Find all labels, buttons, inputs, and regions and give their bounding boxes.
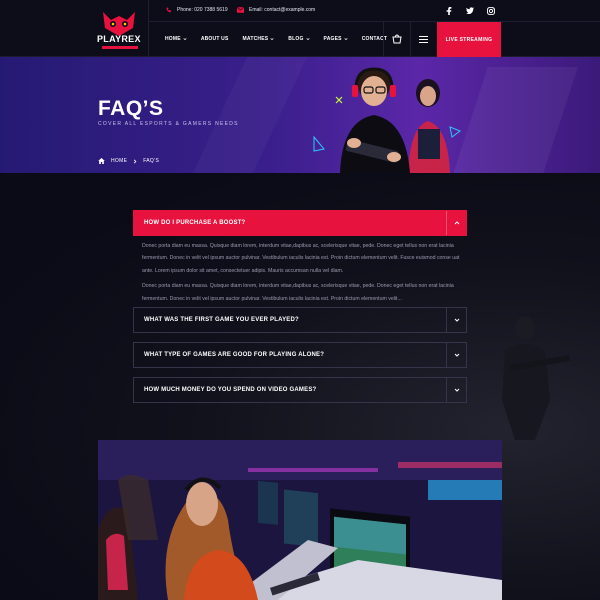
nav-item-matches[interactable]: MATCHES: [243, 36, 275, 42]
facebook-icon[interactable]: [444, 6, 453, 15]
gaming-arena-illustration: [98, 440, 502, 600]
chevron-down-icon: [305, 38, 310, 41]
page-title: FAQ’S: [98, 97, 164, 120]
nav-label: ABOUT US: [200, 36, 229, 42]
faq-answer-paragraph: Donec porta diam eu massa. Quisque diam …: [142, 283, 454, 302]
chevron-down-icon: [344, 38, 348, 41]
faq-answer-paragraph: Donec porta diam eu massa. Quisque diam …: [142, 243, 460, 274]
home-icon: [98, 158, 105, 164]
email-text: Email: contact@example.com: [249, 7, 316, 13]
instagram-icon[interactable]: [486, 6, 495, 15]
gaming-arena-image: [98, 440, 502, 600]
nav-item-pages[interactable]: PAGES: [324, 36, 348, 42]
divider: [410, 22, 411, 57]
cart-icon[interactable]: [392, 34, 402, 44]
page-banner: [0, 57, 600, 173]
email-icon: [237, 7, 244, 13]
chevron-down-icon: [270, 38, 274, 41]
chevron-up-icon[interactable]: [446, 211, 466, 235]
nav-label: PAGES: [323, 36, 342, 42]
faq-question-4[interactable]: HOW MUCH MONEY DO YOU SPEND ON VIDEO GAM…: [133, 377, 467, 403]
faq-answer-1: Donec porta diam eu massa. Quisque diam …: [142, 240, 462, 308]
breadcrumb-current: FAQ’S: [143, 158, 160, 164]
chevron-down-icon[interactable]: [446, 343, 466, 367]
breadcrumb: HOME FAQ’S: [98, 158, 159, 164]
nav-item-blog[interactable]: BLOG: [288, 36, 310, 42]
main-nav: HOME ABOUT US MATCHES BLOG PAGES CONTACT: [165, 36, 401, 42]
phone-icon: [166, 7, 171, 13]
twitter-icon[interactable]: [465, 6, 474, 15]
soldier-silhouette-image: [502, 316, 571, 440]
chevron-down-icon: [183, 38, 187, 41]
divider: [383, 22, 384, 57]
faq-question-3[interactable]: WHAT TYPE OF GAMES ARE GOOD FOR PLAYING …: [133, 342, 467, 368]
faq-question-text: WHAT WAS THE FIRST GAME YOU EVER PLAYED?: [144, 317, 299, 323]
logo-underline: [102, 46, 138, 49]
page-subtitle: COVER ALL ESPORTS & GAMERS NEEDS: [98, 121, 239, 127]
banner-decoration: [452, 67, 578, 173]
banner-decoration: [193, 57, 307, 173]
chevron-down-icon[interactable]: [446, 378, 466, 402]
nav-label: HOME: [165, 36, 181, 42]
faq-question-text: WHAT TYPE OF GAMES ARE GOOD FOR PLAYING …: [144, 352, 325, 358]
chevron-down-icon[interactable]: [446, 308, 466, 332]
faq-question-2[interactable]: WHAT WAS THE FIRST GAME YOU EVER PLAYED?: [133, 307, 467, 333]
menu-icon[interactable]: [419, 36, 428, 43]
nav-label: MATCHES: [242, 36, 269, 42]
site-header: PLAYREX Phone: 020 7388 5619 Email: cont…: [0, 0, 600, 57]
faq-question-1[interactable]: HOW DO I PURCHASE A BOOST?: [133, 210, 467, 236]
page: PLAYREX Phone: 020 7388 5619 Email: cont…: [0, 0, 600, 600]
nav-label: BLOG: [288, 36, 304, 42]
email-contact[interactable]: Email: contact@example.com: [237, 7, 315, 13]
live-streaming-button[interactable]: LIVE STREAMING: [437, 22, 501, 57]
brand-name[interactable]: PLAYREX: [97, 34, 141, 44]
nav-item-about-us[interactable]: ABOUT US: [201, 36, 229, 42]
phone-text: Phone: 020 7388 5619: [177, 7, 228, 13]
faq-question-text: HOW DO I PURCHASE A BOOST?: [144, 220, 246, 226]
chevron-right-icon: [134, 159, 137, 163]
breadcrumb-home[interactable]: HOME: [111, 158, 127, 164]
nav-item-home[interactable]: HOME: [165, 36, 187, 42]
phone-contact[interactable]: Phone: 020 7388 5619: [165, 7, 228, 13]
faq-question-text: HOW MUCH MONEY DO YOU SPEND ON VIDEO GAM…: [144, 387, 317, 393]
gamers-image: [313, 67, 462, 173]
